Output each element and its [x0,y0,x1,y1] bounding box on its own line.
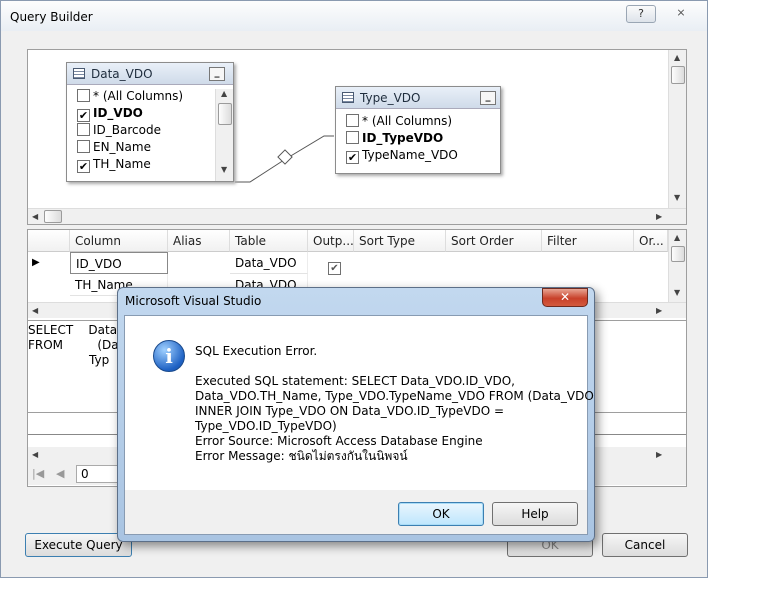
grid-cell-column[interactable]: ID_VDO [70,252,168,274]
checkbox-checked[interactable]: ✔ [77,109,90,122]
checkbox[interactable] [77,123,90,136]
column-list: * (All Columns) ID_TypeVDO ✔ TypeName_VDO [346,114,496,165]
column-row[interactable]: * (All Columns) [346,114,496,131]
column-header[interactable]: Sort Order [446,230,542,252]
grid-cell-table[interactable]: Data_VDO [230,252,308,274]
scroll-thumb[interactable] [671,246,685,262]
error-line: Data_VDO.TH_Name, Type_VDO.TypeName_VDO … [195,389,594,403]
scroll-down-icon[interactable]: ▼ [221,165,227,174]
table-header[interactable]: Data_VDO _ [67,63,233,85]
column-row[interactable]: EN_Name [77,140,215,157]
scroll-down-icon[interactable]: ▼ [674,193,680,202]
diagram-vscrollbar[interactable]: ▲ ▼ [668,50,686,208]
error-line: INNER JOIN Type_VDO ON Data_VDO.ID_TypeV… [195,404,505,418]
dialog-help-button[interactable]: Help [492,502,578,526]
checkbox[interactable] [346,114,359,127]
record-number-input[interactable]: 0 [76,465,120,483]
sql-text[interactable]: SELECT Data_ FROM (Dat Typ [28,323,123,368]
error-dialog: Microsoft Visual Studio ✕ i SQL Executio… [117,287,595,542]
error-heading: SQL Execution Error. [195,344,318,358]
dialog-content: i SQL Execution Error. Executed SQL stat… [125,316,594,490]
error-line: Error Source: Microsoft Access Database … [195,434,483,448]
column-row[interactable]: ID_Barcode [77,123,215,140]
help-title-button[interactable]: ? [626,5,656,23]
checkbox[interactable] [77,140,90,153]
scroll-left-icon[interactable]: ◀ [32,212,38,221]
checkbox[interactable] [346,131,359,144]
table-title: Type_VDO [360,91,421,105]
column-list: * (All Columns) ✔ ID_VDO ID_Barcode EN_Na… [77,89,215,174]
scroll-right-icon[interactable]: ▶ [656,450,662,459]
table-title: Data_VDO [91,67,153,81]
error-details: Executed SQL statement: SELECT Data_VDO.… [195,374,594,464]
table-data-vdo[interactable]: Data_VDO _ * (All Columns) ✔ ID_VDO ID_Ba… [66,62,234,182]
column-header[interactable]: Filter [542,230,634,252]
previous-record-icon[interactable]: ◀ [56,467,64,480]
dialog-title: Microsoft Visual Studio [125,294,262,308]
output-checkbox[interactable]: ✔ [328,258,344,275]
scroll-right-icon[interactable]: ▶ [656,212,662,221]
dialog-close-button[interactable]: ✕ [542,288,588,307]
dialog-body: i SQL Execution Error. Executed SQL stat… [124,315,594,535]
execute-query-button[interactable]: Execute Query [25,533,132,557]
diagram-pane: Data_VDO _ * (All Columns) ✔ ID_VDO ID_Ba… [27,49,687,225]
column-header[interactable]: Sort Type [354,230,446,252]
diagram-hscrollbar[interactable]: ◀ ▶ [28,208,686,224]
close-title-button[interactable]: ⨯ [663,5,699,23]
column-row[interactable]: ✔ TypeName_VDO [346,148,496,165]
scroll-up-icon[interactable]: ▲ [674,53,680,62]
window-title: Query Builder [10,10,93,24]
scroll-left-icon[interactable]: ◀ [32,450,38,459]
table-scrollbar[interactable]: ▲ ▼ [215,89,233,181]
scroll-right-icon[interactable]: ▶ [656,306,662,315]
error-line: Executed SQL statement: SELECT Data_VDO.… [195,374,515,388]
scroll-down-icon[interactable]: ▼ [674,288,680,297]
minimize-icon[interactable]: _ [480,91,496,105]
checkbox[interactable] [77,89,90,102]
checkbox-checked[interactable]: ✔ [77,160,90,173]
column-row[interactable]: ✔ TH_Name [77,157,215,174]
table-icon [342,92,354,103]
current-row-indicator-icon: ▶ [32,257,40,268]
column-header[interactable]: Column [70,230,168,252]
error-line: Error Message: ชนิดไม่ตรงกันในนิพจน์ [195,449,408,463]
scroll-up-icon[interactable]: ▲ [221,89,227,98]
scroll-left-icon[interactable]: ◀ [32,306,38,315]
column-row[interactable]: * (All Columns) [77,89,215,106]
scroll-thumb[interactable] [218,103,232,125]
column-header[interactable]: Alias [168,230,230,252]
column-row[interactable]: ID_TypeVDO [346,131,496,148]
cancel-button[interactable]: Cancel [602,533,688,557]
grid-vscrollbar[interactable]: ▲ ▼ [668,230,686,302]
column-header[interactable]: Outp... [308,230,354,252]
error-line: Type_VDO.ID_TypeVDO) [195,419,337,433]
first-record-icon[interactable]: |◀ [32,467,44,480]
scroll-thumb[interactable] [671,66,685,84]
minimize-icon[interactable]: _ [209,67,225,81]
checkbox-checked[interactable]: ✔ [346,151,359,164]
title-bar: Query Builder ? ⨯ [1,1,707,31]
column-row[interactable]: ✔ ID_VDO [77,106,215,123]
scroll-thumb[interactable] [44,210,62,223]
row-header-corner [28,230,70,252]
table-header[interactable]: Type_VDO _ [336,87,500,109]
column-header[interactable]: Or... [634,230,668,252]
dialog-ok-button[interactable]: OK [398,502,484,526]
column-header[interactable]: Table [230,230,308,252]
info-icon: i [153,340,185,372]
scroll-up-icon[interactable]: ▲ [674,233,680,242]
table-icon [73,68,85,79]
table-type-vdo[interactable]: Type_VDO _ * (All Columns) ID_TypeVDO ✔ T… [335,86,501,174]
